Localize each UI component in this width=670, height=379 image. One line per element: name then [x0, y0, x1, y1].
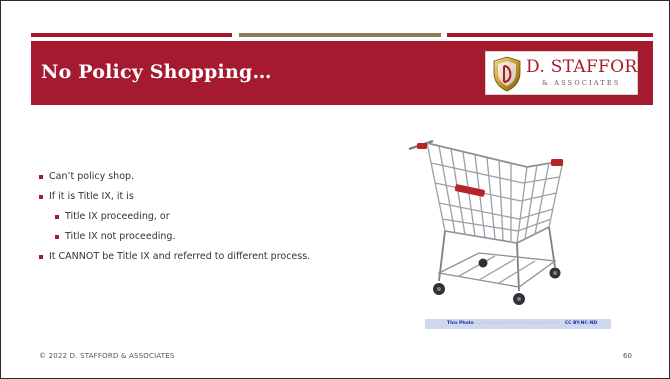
sub-bullet-item: Title IX proceeding, or	[39, 211, 329, 223]
bullet-list: Can’t policy shop. If it is Title IX, it…	[39, 171, 329, 271]
bullet-item: If it is Title IX, it is	[39, 191, 329, 203]
bullet-item: Can’t policy shop.	[39, 171, 329, 183]
footer-copyright: © 2022 D. STAFFORD & ASSOCIATES	[39, 352, 175, 360]
page-number: 60	[623, 352, 632, 360]
shield-icon	[493, 56, 521, 92]
bullet-text: Can’t policy shop.	[49, 171, 135, 182]
bullet-marker	[39, 175, 43, 179]
logo-name: D. STAFFORD	[526, 57, 652, 77]
bullet-marker	[39, 195, 43, 199]
bullet-text: If it is Title IX, it is	[49, 191, 134, 202]
sub-bullet-item: Title IX not proceeding.	[39, 231, 329, 243]
slide: No Policy Shopping… D. STAFFORD & ASSOCI…	[0, 0, 670, 379]
top-accent-bar-right	[447, 33, 653, 37]
bullet-item: It CANNOT be Title IX and referred to di…	[39, 251, 329, 263]
bullet-marker	[39, 255, 43, 259]
bullet-text: Title IX proceeding, or	[65, 211, 170, 222]
bullet-text: Title IX not proceeding.	[65, 231, 176, 242]
image-credit-link[interactable]: This Photo	[447, 321, 474, 326]
logo: D. STAFFORD & ASSOCIATES	[485, 51, 651, 95]
shopping-cart-icon	[408, 139, 564, 305]
image-credit-text: by Unknown Author is licensed under	[475, 321, 560, 326]
image-credit: This Photo by Unknown Author is licensed…	[425, 319, 611, 329]
slide-title: No Policy Shopping…	[41, 61, 272, 83]
bullet-marker	[55, 215, 59, 219]
top-accent-bar-left	[31, 33, 232, 37]
bullet-text: It CANNOT be Title IX and referred to di…	[49, 251, 311, 262]
logo-subtitle: & ASSOCIATES	[542, 79, 621, 87]
top-accent-bar-middle	[239, 33, 441, 37]
bullet-marker	[55, 235, 59, 239]
image-credit-license[interactable]: CC BY-NC-ND	[565, 321, 597, 326]
